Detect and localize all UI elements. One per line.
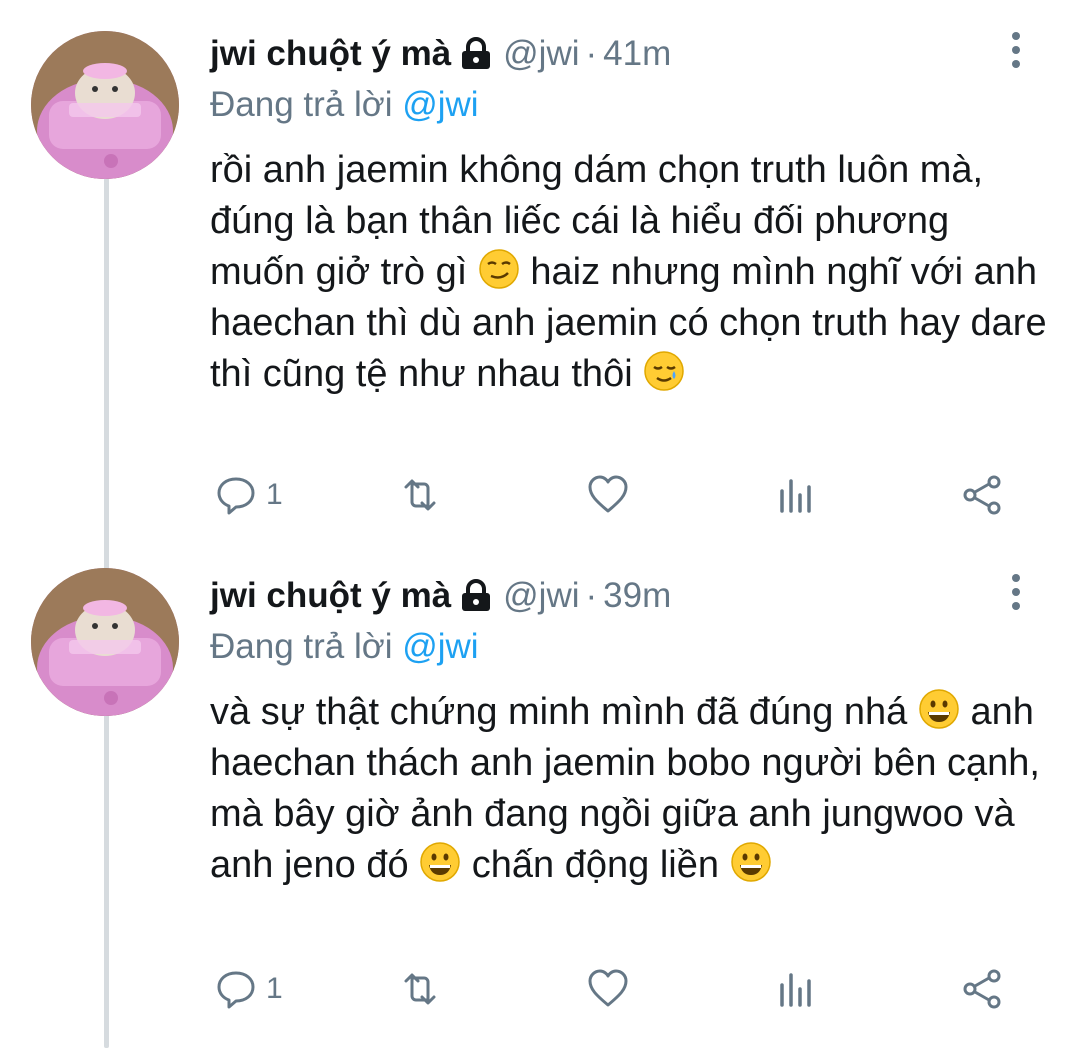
reply-icon bbox=[217, 971, 255, 1009]
share-icon bbox=[963, 475, 1001, 515]
retweet-button[interactable] bbox=[398, 964, 442, 1014]
replying-prefix: Đang trả lời bbox=[210, 627, 393, 666]
crying-smile-face-emoji-icon bbox=[643, 350, 685, 392]
heart-icon bbox=[588, 475, 628, 513]
reply-icon bbox=[217, 477, 255, 515]
reply-button[interactable]: 1 bbox=[214, 470, 283, 520]
separator-dot: · bbox=[585, 576, 598, 615]
retweet-button[interactable] bbox=[398, 470, 442, 520]
like-button[interactable] bbox=[586, 470, 630, 520]
lock-icon bbox=[459, 37, 493, 71]
tweet-2[interactable]: jwi chuột ý mà @jwi · 39m Đang trả lời @… bbox=[0, 542, 1080, 1033]
grinning-face-emoji-icon bbox=[730, 841, 772, 883]
tweet-text-part: chấn động liền bbox=[471, 844, 719, 886]
display-name[interactable]: jwi chuột ý mà bbox=[210, 34, 451, 74]
reply-button[interactable]: 1 bbox=[214, 964, 283, 1014]
tweet-text: và sự thật chứng minh mình đã đúng nhá a… bbox=[210, 687, 1050, 891]
heart-icon bbox=[588, 969, 628, 1007]
tweet-text: rồi anh jaemin không dám chọn truth luôn… bbox=[210, 145, 1050, 400]
tweet-1[interactable]: jwi chuột ý mà @jwi · 41m Đang trả lời @… bbox=[0, 0, 1080, 540]
tweet-actions: 1 bbox=[210, 470, 1030, 520]
tweet-text-part: và sự thật chứng minh mình đã đúng nhá bbox=[210, 691, 908, 733]
retweet-icon bbox=[404, 973, 436, 1005]
analytics-button[interactable] bbox=[774, 964, 818, 1014]
reply-count: 1 bbox=[266, 478, 283, 511]
grinning-face-emoji-icon bbox=[918, 688, 960, 730]
separator-dot: · bbox=[585, 34, 598, 73]
tweet-header: jwi chuột ý mà @jwi · 39m bbox=[210, 576, 671, 616]
smirking-face-emoji-icon bbox=[478, 248, 520, 290]
like-button[interactable] bbox=[586, 964, 630, 1014]
replying-mention[interactable]: @jwi bbox=[402, 85, 478, 124]
lock-icon bbox=[459, 579, 493, 613]
analytics-icon bbox=[780, 479, 811, 513]
avatar[interactable] bbox=[31, 31, 179, 179]
user-handle[interactable]: @jwi bbox=[503, 34, 579, 74]
replying-mention[interactable]: @jwi bbox=[402, 627, 478, 666]
more-vertical-icon[interactable] bbox=[1006, 32, 1026, 76]
share-button[interactable] bbox=[960, 470, 1004, 520]
tweet-header: jwi chuột ý mà @jwi · 41m bbox=[210, 34, 671, 74]
replying-to: Đang trả lời @jwi bbox=[210, 85, 479, 125]
reply-count: 1 bbox=[266, 972, 283, 1005]
timestamp[interactable]: 41m bbox=[603, 34, 671, 74]
retweet-icon bbox=[404, 479, 436, 511]
analytics-button[interactable] bbox=[774, 470, 818, 520]
display-name[interactable]: jwi chuột ý mà bbox=[210, 576, 451, 616]
share-button[interactable] bbox=[960, 964, 1004, 1014]
replying-prefix: Đang trả lời bbox=[210, 85, 393, 124]
tweet-actions: 1 bbox=[210, 964, 1030, 1014]
grinning-face-emoji-icon bbox=[419, 841, 461, 883]
timestamp[interactable]: 39m bbox=[603, 576, 671, 616]
share-icon bbox=[963, 969, 1001, 1009]
avatar[interactable] bbox=[31, 568, 179, 716]
replying-to: Đang trả lời @jwi bbox=[210, 627, 479, 667]
user-handle[interactable]: @jwi bbox=[503, 576, 579, 616]
more-vertical-icon[interactable] bbox=[1006, 574, 1026, 618]
analytics-icon bbox=[780, 973, 811, 1007]
